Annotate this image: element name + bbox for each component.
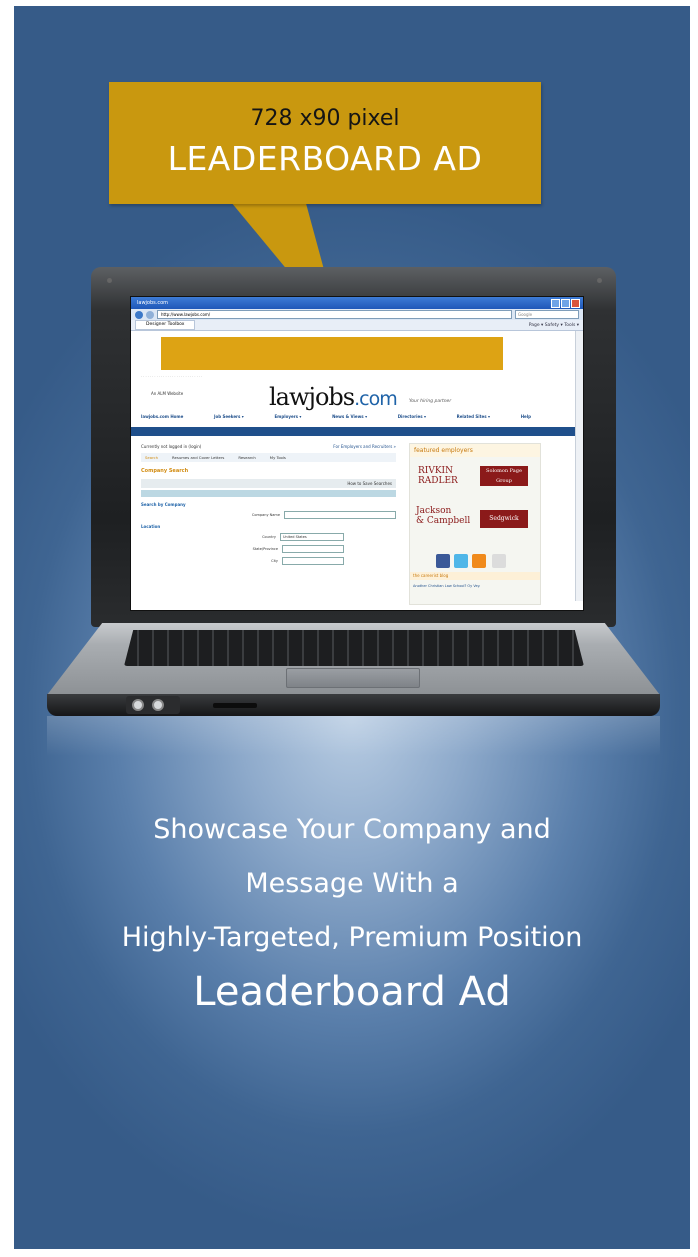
ad-poster: 728 x90 pixel LEADERBOARD AD lawjobs.com… [14,6,690,1249]
state-select[interactable] [282,545,344,553]
subtab-research[interactable]: Research [238,455,255,460]
nav-job-seekers[interactable]: Job Seekers ▾ [214,414,244,419]
featured-employers-panel: featured employers RIVKIN RADLER Solomon… [409,443,541,605]
laptop-screen: lawjobs.com http://www.lawjobs.com/ Goog… [130,296,584,611]
state-label: State/Province [252,547,278,551]
city-label: City [271,559,278,563]
subtab-tools[interactable]: My Tools [270,455,286,460]
city-row: City [141,557,396,565]
laptop-reflection [47,716,660,756]
nav-related[interactable]: Related Sites ▾ [457,414,490,419]
browser-tabbar: Designer Toolbox Page ▾ Safety ▾ Tools ▾ [131,320,583,331]
laptop-keyboard [124,630,584,666]
country-select[interactable]: United States [280,533,344,541]
employer-sedgwick[interactable]: Sedgwick [480,510,528,528]
twitter-icon[interactable] [454,554,468,568]
indicator-dot [107,278,112,283]
site-nav: lawjobs.com Home Job Seekers ▾ Employers… [141,414,531,419]
card-slot [213,703,257,708]
location-label: Location [141,524,161,529]
company-name-input[interactable] [284,511,396,519]
browser-titlebar: lawjobs.com [131,297,583,309]
window-title: lawjobs.com [137,300,169,306]
country-label: Country [262,535,276,539]
audio-jack [152,699,164,711]
employer-solomon-page[interactable]: Solomon Page Group [480,466,528,486]
webpage: · · · · · · · · · · · · · · · · · · · · … [131,331,583,605]
window-controls [551,299,580,308]
headline-line1: Showcase Your Company and [153,814,551,845]
callout-size-label: 728 x90 pixel [250,106,400,131]
alm-byline: An ALM Website [151,391,184,396]
indicator-dot [597,278,602,283]
employer-jackson-line2: & Campbell [416,516,471,526]
blog-entry-link[interactable]: Another Christian Law School? Oy Vey. [413,584,480,588]
search-subtabs: Search Resumes and Cover Letters Researc… [141,453,396,462]
rss-icon[interactable] [472,554,486,568]
site-tagline: Your hiring partner [409,399,452,404]
state-row: State/Province [141,545,396,553]
employer-rivkin[interactable]: RIVKIN RADLER [418,466,458,486]
site-logo[interactable]: lawjobs.com [269,383,398,411]
laptop-touchpad [286,668,420,688]
nav-divider-bar [131,427,583,436]
search-column: Currently not logged in (login) For Empl… [141,444,396,565]
browser-tab[interactable]: Designer Toolbox [135,320,196,330]
nav-home[interactable]: lawjobs.com Home [141,414,183,419]
callout-title: LEADERBOARD AD [167,139,483,178]
search-input[interactable]: Google [515,310,579,319]
headline-line2: Message With a [245,868,459,899]
maximize-icon[interactable] [561,299,570,308]
forward-icon[interactable] [146,310,154,319]
subtab-search[interactable]: Search [145,455,158,460]
address-bar: http://www.lawjobs.com/ Google [131,309,583,320]
callout-box: 728 x90 pixel LEADERBOARD AD [109,82,541,204]
section-title: Company Search [141,468,189,474]
search-by-company-label: Search by Company [141,502,186,507]
company-name-row: Company Name [141,511,396,519]
back-icon[interactable] [135,310,143,319]
employer-rivkin-line1: RIVKIN [418,466,453,476]
employers-link[interactable]: For Employers and Recruiters » [333,444,396,449]
headline-big: Leaderboard Ad [193,969,511,1015]
featured-title: featured employers [410,444,540,457]
logo-dot: .com [354,388,398,410]
minimize-icon[interactable] [551,299,560,308]
mobile-icon[interactable] [492,554,506,568]
nav-news[interactable]: News & Views ▾ [332,414,367,419]
leaderboard-ad-slot [161,337,503,370]
url-input[interactable]: http://www.lawjobs.com/ [157,310,512,319]
top-links: · · · · · · · · · · · · · · · · · · · · … [141,375,203,379]
facebook-icon[interactable] [436,554,450,568]
headline-line3: Highly-Targeted, Premium Position [121,922,583,953]
subtab-resumes[interactable]: Resumes and Cover Letters [172,455,224,460]
nav-employers[interactable]: Employers ▾ [274,414,301,419]
logo-main: lawjobs [269,383,355,411]
nav-directories[interactable]: Directories ▾ [398,414,426,419]
company-name-label: Company Name [251,513,280,517]
save-searches-link[interactable]: How to Save Searches [141,479,396,488]
blog-header: the careerist blog [410,572,540,580]
close-icon[interactable] [571,299,580,308]
cyan-divider [141,490,396,497]
country-row: Country United States [141,533,396,541]
login-status[interactable]: Currently not logged in (login) [141,444,201,449]
audio-jack [132,699,144,711]
nav-help[interactable]: Help [521,414,531,419]
city-input[interactable] [282,557,344,565]
employer-jackson-campbell[interactable]: Jackson & Campbell [416,506,470,526]
page-scrollbar[interactable] [575,331,583,601]
employer-jackson-line1: Jackson [416,506,452,516]
employer-rivkin-line2: RADLER [418,476,458,486]
browser-toolbar-menus[interactable]: Page ▾ Safety ▾ Tools ▾ [529,323,583,328]
